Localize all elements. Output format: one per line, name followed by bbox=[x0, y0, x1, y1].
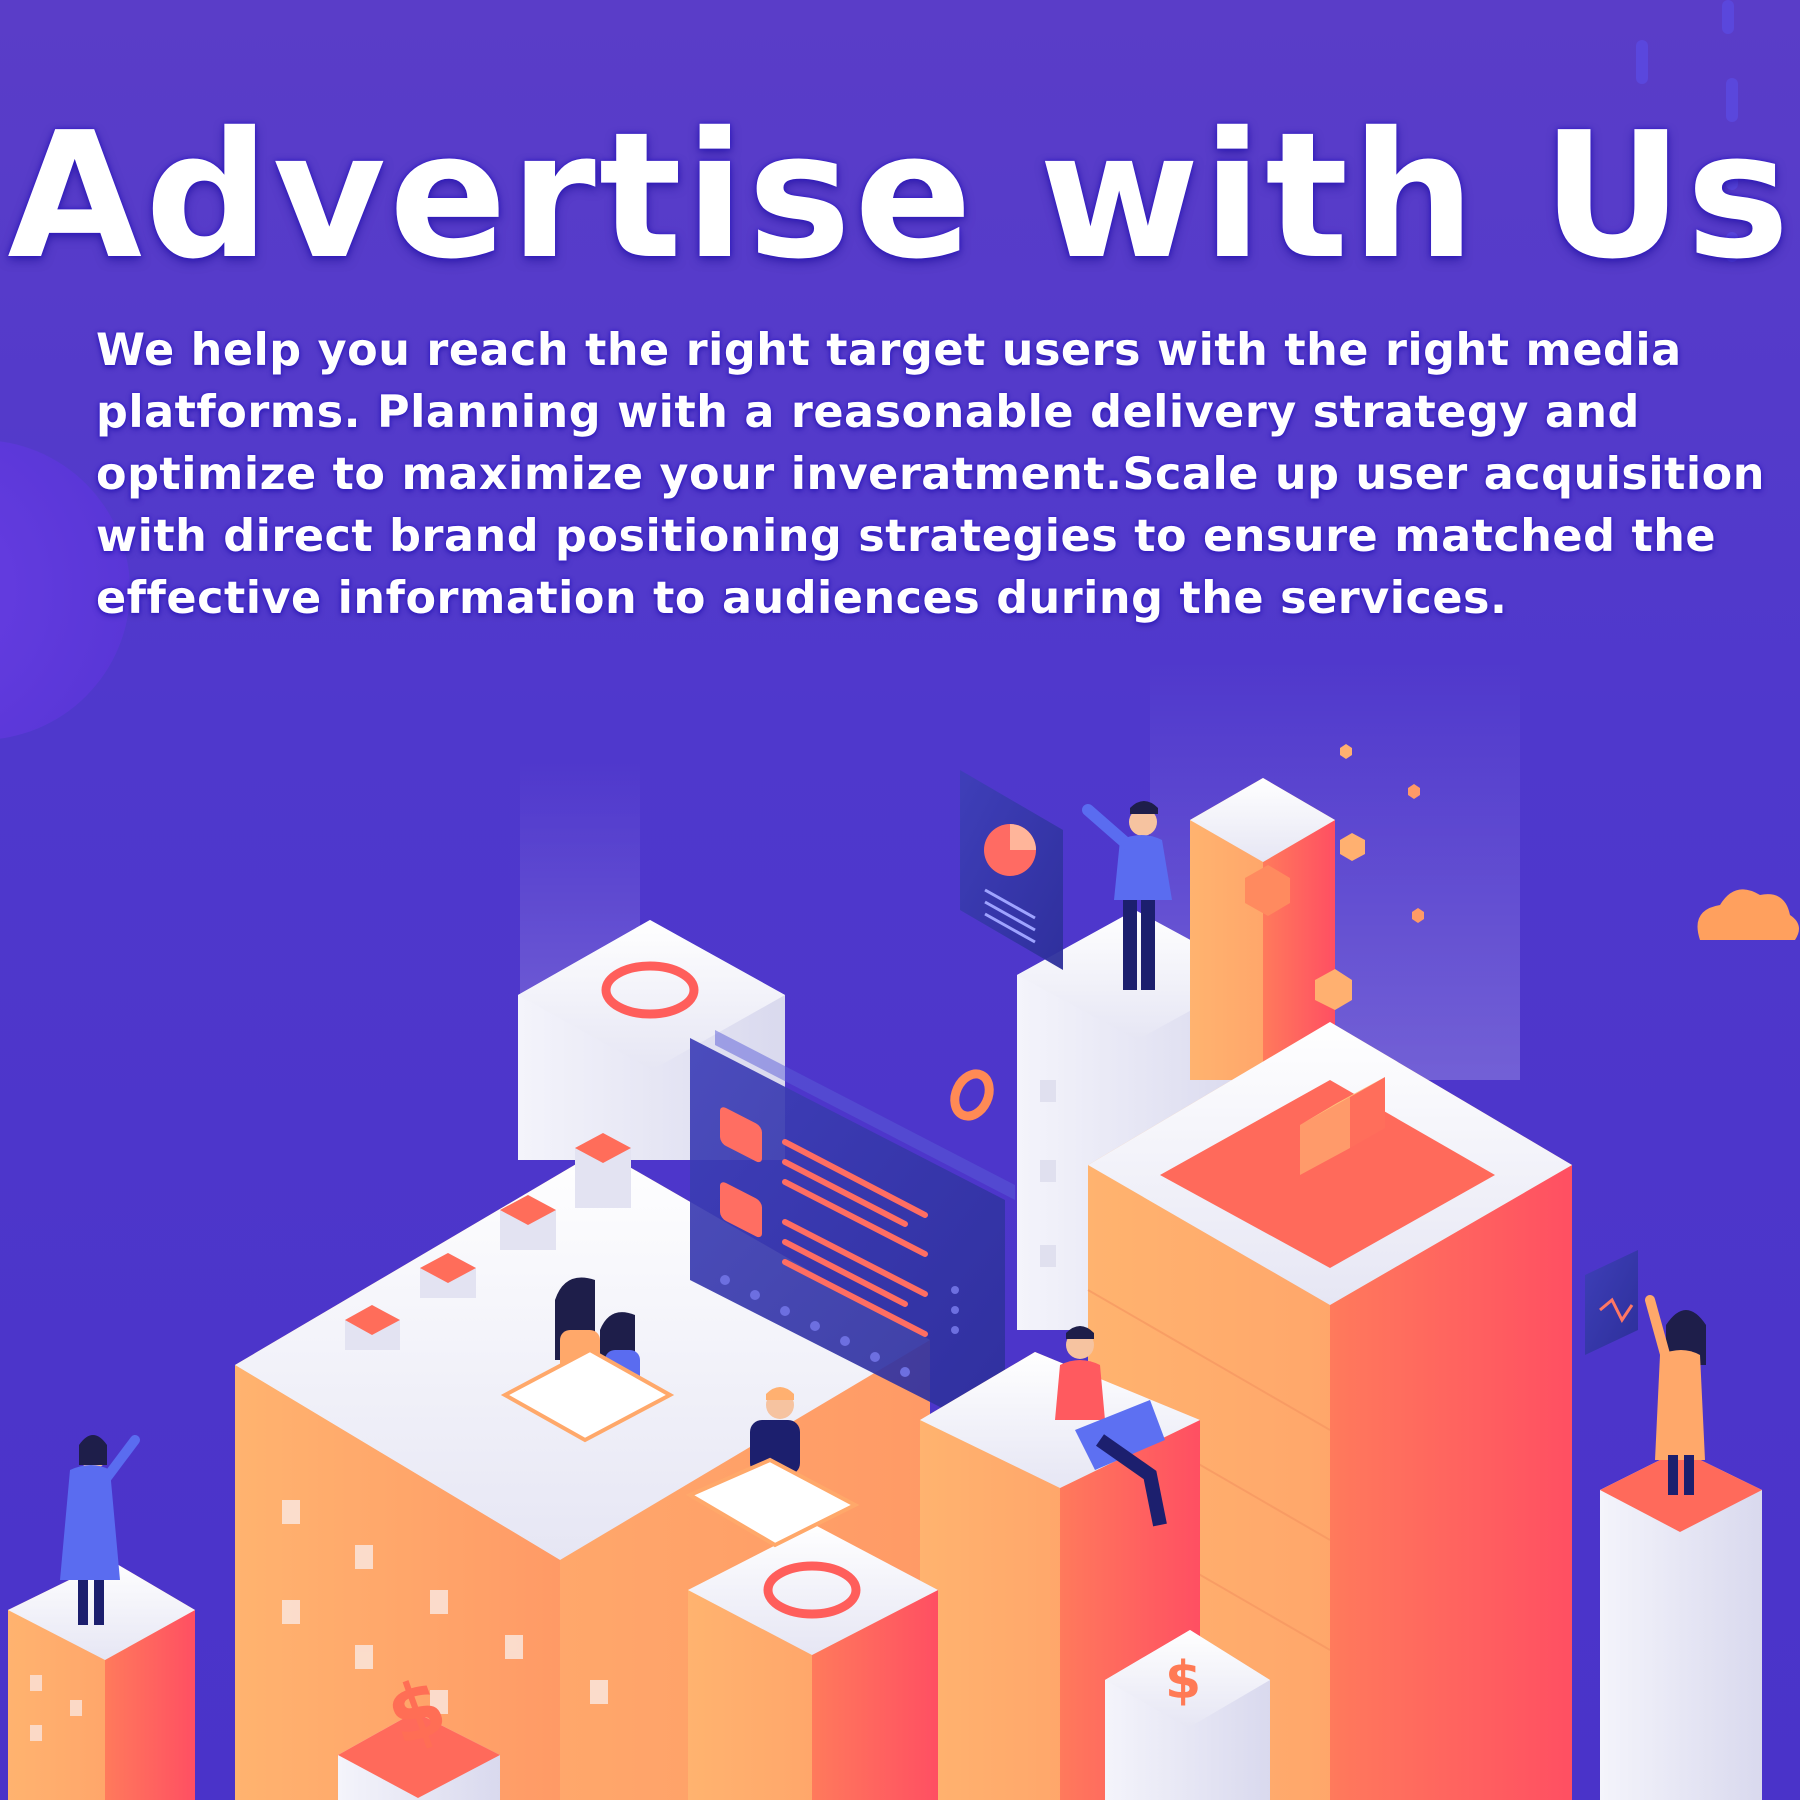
body-line: effective information to audiences durin… bbox=[96, 573, 1508, 624]
body-line: We help you reach the right target users… bbox=[96, 325, 1682, 376]
advertise-banner: $ $ Advertise with Us We help you reach … bbox=[0, 0, 1800, 1800]
ring-icon bbox=[950, 1069, 994, 1121]
right-small-tower bbox=[1600, 1450, 1762, 1800]
cloud-icon bbox=[1697, 889, 1799, 940]
dollar-icon: $ bbox=[1165, 1651, 1201, 1711]
headline: Advertise with Us bbox=[7, 95, 1793, 298]
body-line: optimize to maximize your inveratment.Sc… bbox=[96, 449, 1765, 500]
body-copy: We help you reach the right target users… bbox=[96, 320, 1765, 630]
body-line: with direct brand positioning strategies… bbox=[96, 511, 1717, 562]
body-line: platforms. Planning with a reasonable de… bbox=[96, 387, 1640, 438]
chart-tablet bbox=[1585, 1250, 1638, 1355]
pie-chart-panel bbox=[960, 770, 1063, 970]
